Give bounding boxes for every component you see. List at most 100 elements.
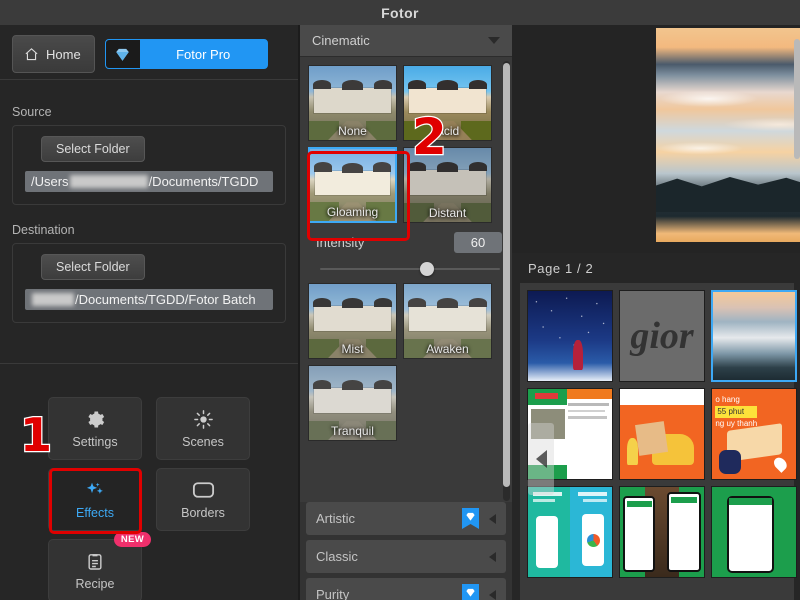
effects-scrollbar-thumb[interactable] (503, 63, 510, 487)
effect-preset-label: Mist (341, 342, 364, 356)
destination-path-field[interactable]: /Documents/TGDD/Fotor Batch (25, 289, 273, 310)
mode-button-grid: Settings Scenes Effects Borders NEW Reci… (48, 397, 250, 600)
source-field-group: Select Folder /Users /Documents/TGDD (12, 125, 286, 205)
source-path-redaction (69, 175, 148, 188)
effect-preset-awaken[interactable]: Awaken (403, 283, 492, 359)
category-label: Classic (316, 549, 358, 564)
effect-preset-grid-bottom: Mist Awaken Tranquil (308, 283, 512, 441)
effect-preset-label: Awaken (426, 342, 469, 356)
mode-button-borders[interactable]: Borders (156, 468, 250, 531)
clipboard-icon (85, 550, 105, 572)
destination-path-redaction (32, 293, 74, 306)
destination-field-group: Select Folder /Documents/TGDD/Fotor Batc… (12, 243, 286, 323)
left-sidebar: Home Fotor Pro Source Select Folder /Use… (0, 25, 298, 600)
sun-icon (193, 408, 214, 430)
effect-preset-tranquil[interactable]: Tranquil (308, 365, 397, 441)
home-button[interactable]: Home (12, 35, 95, 73)
fotor-pro-button[interactable]: Fotor Pro (104, 39, 268, 69)
new-badge: NEW (113, 532, 151, 547)
source-path-suffix: /Documents/TGDD (148, 174, 259, 189)
thumbnail-logo-text: gior (630, 315, 694, 357)
source-select-folder-button[interactable]: Select Folder (41, 136, 145, 162)
thumbnail-item-selected[interactable] (711, 290, 797, 382)
slider-track (320, 268, 500, 270)
intensity-row: Intensity 60 (308, 223, 512, 255)
source-path-field[interactable]: /Users /Documents/TGDD (25, 171, 273, 192)
destination-section-label: Destination (12, 223, 75, 237)
thumbnail-art: gior (620, 291, 704, 381)
category-row-artistic[interactable]: Artistic (306, 502, 506, 535)
effect-preset-label: Acid (435, 124, 460, 138)
category-row-purity[interactable]: Purity (306, 578, 506, 600)
mode-label: Effects (76, 506, 114, 520)
category-label: Purity (316, 587, 350, 600)
home-label: Home (46, 46, 81, 62)
chevron-left-icon (489, 589, 496, 600)
effects-scrollbar[interactable] (503, 61, 510, 501)
thumbnail-item[interactable] (527, 486, 613, 578)
fotor-pro-label: Fotor Pro (176, 46, 231, 62)
rounded-rect-icon (191, 479, 216, 501)
sidebar-divider-bottom (0, 363, 298, 364)
thumbnail-art (620, 389, 704, 479)
thumbnail-art (712, 487, 796, 577)
sidebar-topbar: Home Fotor Pro (0, 25, 298, 85)
mode-label: Scenes (182, 435, 224, 449)
mode-button-settings[interactable]: Settings (48, 397, 142, 460)
mode-label: Recipe (75, 577, 115, 591)
chevron-left-icon (489, 551, 496, 562)
thumbnail-item[interactable] (527, 290, 613, 382)
effects-panel: Cinematic None Acid Gloaming Distant Int… (300, 25, 512, 600)
thumbnail-art (713, 292, 795, 380)
thumbnail-art (528, 487, 612, 577)
chevron-left-icon (535, 450, 547, 468)
destination-select-folder-button[interactable]: Select Folder (41, 254, 145, 280)
preview-image[interactable] (656, 28, 800, 242)
pro-gem-icon (462, 508, 479, 529)
sparkle-icon (84, 479, 107, 501)
thumbnail-text-line: 55 phut (715, 406, 758, 419)
intensity-value[interactable]: 60 (454, 232, 502, 253)
mode-button-recipe[interactable]: NEW Recipe (48, 532, 151, 600)
effects-category-list: Artistic Classic Purity (300, 502, 512, 600)
thumbnail-item[interactable] (711, 486, 797, 578)
sidebar-divider-top (0, 79, 298, 80)
intensity-slider[interactable] (308, 255, 512, 277)
mode-button-scenes[interactable]: Scenes (156, 397, 250, 460)
effects-category-label: Cinematic (312, 33, 370, 48)
effect-preset-mist[interactable]: Mist (308, 283, 397, 359)
mode-button-effects[interactable]: Effects (48, 468, 142, 531)
preview-scrollbar-thumb[interactable] (794, 39, 800, 159)
slider-thumb[interactable] (419, 262, 434, 276)
thumbnail-item[interactable] (619, 486, 705, 578)
mode-label: Borders (181, 506, 225, 520)
effect-preset-grid-top: None Acid Gloaming Distant (308, 65, 512, 223)
effect-preset-label: Distant (428, 206, 467, 220)
preview-scrollbar[interactable] (794, 25, 800, 253)
effect-preset-acid[interactable]: Acid (403, 65, 492, 141)
effect-preset-label: Gloaming (326, 205, 379, 219)
mode-label: Settings (72, 435, 118, 449)
effect-preset-gloaming[interactable]: Gloaming (308, 147, 397, 223)
effect-preset-label: None (338, 124, 367, 138)
effect-preset-label: Tranquil (331, 424, 374, 438)
effects-scroll-area: None Acid Gloaming Distant Intensity 60 … (300, 57, 512, 502)
effects-category-header[interactable]: Cinematic (300, 25, 512, 57)
chevron-left-icon (489, 513, 496, 524)
thumbnail-art: o hang 55 phut ng uy thanh (712, 389, 796, 479)
previous-page-button[interactable] (528, 423, 554, 495)
effect-preset-none[interactable]: None (308, 65, 397, 141)
title-bar: Fotor (0, 0, 800, 25)
category-row-classic[interactable]: Classic (306, 540, 506, 573)
thumbnail-item[interactable]: o hang 55 phut ng uy thanh (711, 388, 797, 480)
page-indicator: Page 1 / 2 (528, 261, 594, 276)
chevron-down-icon (488, 37, 500, 44)
source-path-prefix: /Users (31, 174, 69, 189)
preview-area (512, 25, 800, 253)
thumbnail-item[interactable] (619, 388, 705, 480)
right-preview-panel: Page 1 / 2 gior o hang 55 phut ng uy tha… (512, 25, 800, 600)
thumbnail-item[interactable]: gior (619, 290, 705, 382)
thumbnail-text-line: o hang (715, 395, 740, 405)
intensity-label: Intensity (316, 235, 365, 250)
effect-preset-distant[interactable]: Distant (403, 147, 492, 223)
